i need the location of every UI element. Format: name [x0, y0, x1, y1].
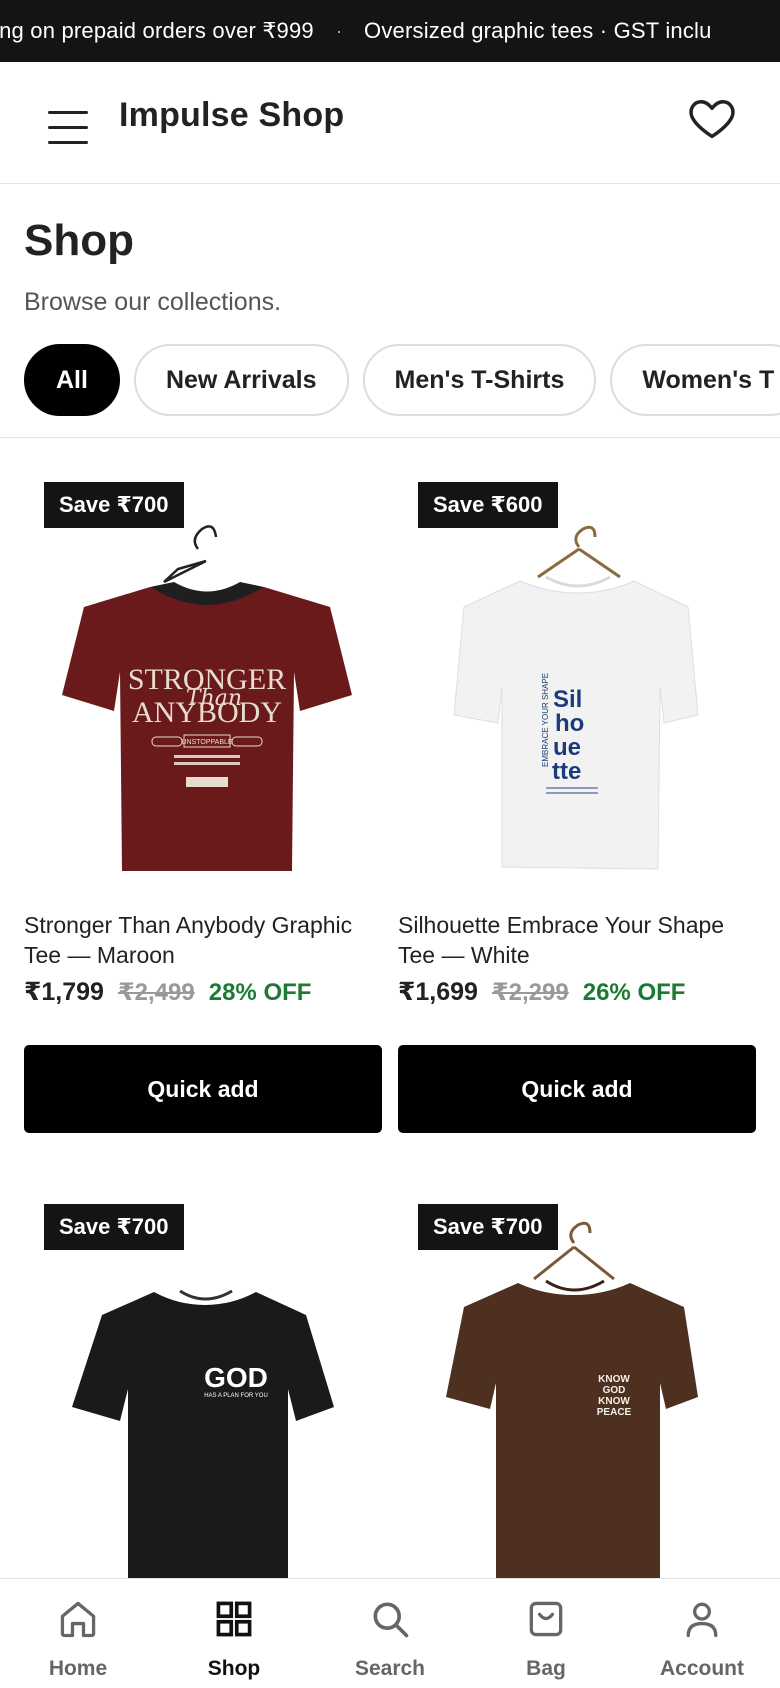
print-line-1: KNOW	[598, 1374, 630, 1385]
bag-icon	[529, 1601, 563, 1637]
product-card: Save ₹600 EMBRACE YOUR SHAPE Sil ho ue t…	[398, 437, 756, 1137]
collection-filter-chips: All New Arrivals Men's T-Shirts Women's …	[24, 344, 780, 416]
discount-percent: 26% OFF	[582, 979, 686, 1006]
print-line-3: ue	[553, 734, 581, 761]
site-header: Impulse Shop	[0, 62, 780, 184]
menu-button[interactable]	[40, 98, 96, 148]
bottom-tab-bar: Home Shop Search Bag Account	[0, 1578, 780, 1688]
print-side-text: EMBRACE YOUR SHAPE	[541, 673, 550, 767]
product-title[interactable]: Silhouette Embrace Your Shape Tee — Whit…	[398, 910, 756, 970]
compare-price: ₹2,299	[491, 979, 569, 1006]
hamburger-menu-icon	[48, 111, 88, 114]
print-line-3: KNOW	[598, 1396, 630, 1407]
wishlist-button[interactable]	[686, 92, 738, 148]
product-image[interactable]: Save ₹700 STRONGER Than ANYBODY UNSTOPPA…	[24, 437, 382, 887]
grid-icon	[216, 1601, 252, 1637]
discount-badge: Save ₹700	[44, 1204, 184, 1250]
sale-price: ₹1,799	[24, 978, 104, 1006]
print-line-1: GOD	[204, 1362, 268, 1393]
chip-womens-t-shirts[interactable]: Women's T	[610, 344, 780, 416]
discount-badge: Save ₹700	[44, 482, 184, 528]
tab-label: Home	[48, 1657, 108, 1680]
heart-icon	[689, 100, 735, 139]
product-card: Save ₹700 GOD HAS A PLAN FOR YOU	[24, 1159, 382, 1578]
print-line-4: PEACE	[597, 1407, 632, 1418]
price-row: ₹1,699 ₹2,299 26% OFF	[398, 977, 685, 1007]
hamburger-menu-icon-line	[48, 126, 88, 129]
print-line-2: ho	[555, 710, 584, 737]
announcement-bar: ing on prepaid orders over ₹999 · Oversi…	[0, 0, 780, 62]
chip-mens-t-shirts[interactable]: Men's T-Shirts	[362, 344, 597, 416]
product-card: Save ₹700 KNOW GOD KNOW PEACE	[398, 1159, 756, 1578]
brand-logo[interactable]: Impulse Shop	[119, 96, 344, 135]
announcement-text-2: Oversized graphic tees · GST inclu	[364, 18, 712, 43]
announcement-text-1: ing on prepaid orders over ₹999	[0, 18, 314, 43]
product-image[interactable]: Save ₹700 KNOW GOD KNOW PEACE	[398, 1159, 756, 1578]
chip-all[interactable]: All	[24, 344, 120, 416]
product-image[interactable]: Save ₹700 GOD HAS A PLAN FOR YOU	[24, 1159, 382, 1578]
compare-price: ₹2,499	[117, 979, 195, 1006]
tab-bag[interactable]: Bag	[468, 1579, 624, 1688]
search-icon	[373, 1602, 409, 1638]
tab-label: Bag	[526, 1657, 566, 1680]
tab-home[interactable]: Home	[0, 1579, 156, 1688]
page-subtitle: Browse our collections.	[24, 288, 282, 316]
product-card: Save ₹700 STRONGER Than ANYBODY UNSTOPPA…	[24, 437, 382, 1137]
print-tag: UNSTOPPABLE	[181, 739, 232, 746]
discount-percent: 28% OFF	[208, 979, 312, 1006]
discount-badge: Save ₹600	[418, 482, 558, 528]
product-title[interactable]: Stronger Than Anybody Graphic Tee — Maro…	[24, 910, 382, 970]
tab-label: Search	[354, 1657, 426, 1680]
print-line-1: Sil	[553, 686, 582, 713]
tab-shop[interactable]: Shop	[156, 1579, 312, 1688]
tab-account[interactable]: Account	[624, 1579, 780, 1688]
tab-search[interactable]: Search	[312, 1579, 468, 1688]
print-line-4: tte	[552, 758, 581, 785]
discount-badge: Save ₹700	[418, 1204, 558, 1250]
price-row: ₹1,799 ₹2,499 28% OFF	[24, 977, 311, 1007]
product-image[interactable]: Save ₹600 EMBRACE YOUR SHAPE Sil ho ue t…	[398, 437, 756, 887]
quick-add-button[interactable]: Quick add	[24, 1045, 382, 1133]
print-line-2: HAS A PLAN FOR YOU	[204, 1393, 268, 1399]
quick-add-button[interactable]: Quick add	[398, 1045, 756, 1133]
account-icon	[686, 1602, 718, 1638]
page-title: Shop	[24, 216, 134, 265]
print-line-3: ANYBODY	[132, 696, 282, 729]
home-icon	[60, 1601, 96, 1638]
hamburger-menu-icon-line	[48, 141, 88, 144]
tab-label: Shop	[207, 1657, 261, 1680]
sale-price: ₹1,699	[398, 978, 478, 1006]
chip-new-arrivals[interactable]: New Arrivals	[133, 344, 349, 416]
print-line-2: GOD	[603, 1385, 626, 1396]
announcement-separator: ·	[335, 20, 343, 41]
tab-label: Account	[660, 1657, 744, 1680]
